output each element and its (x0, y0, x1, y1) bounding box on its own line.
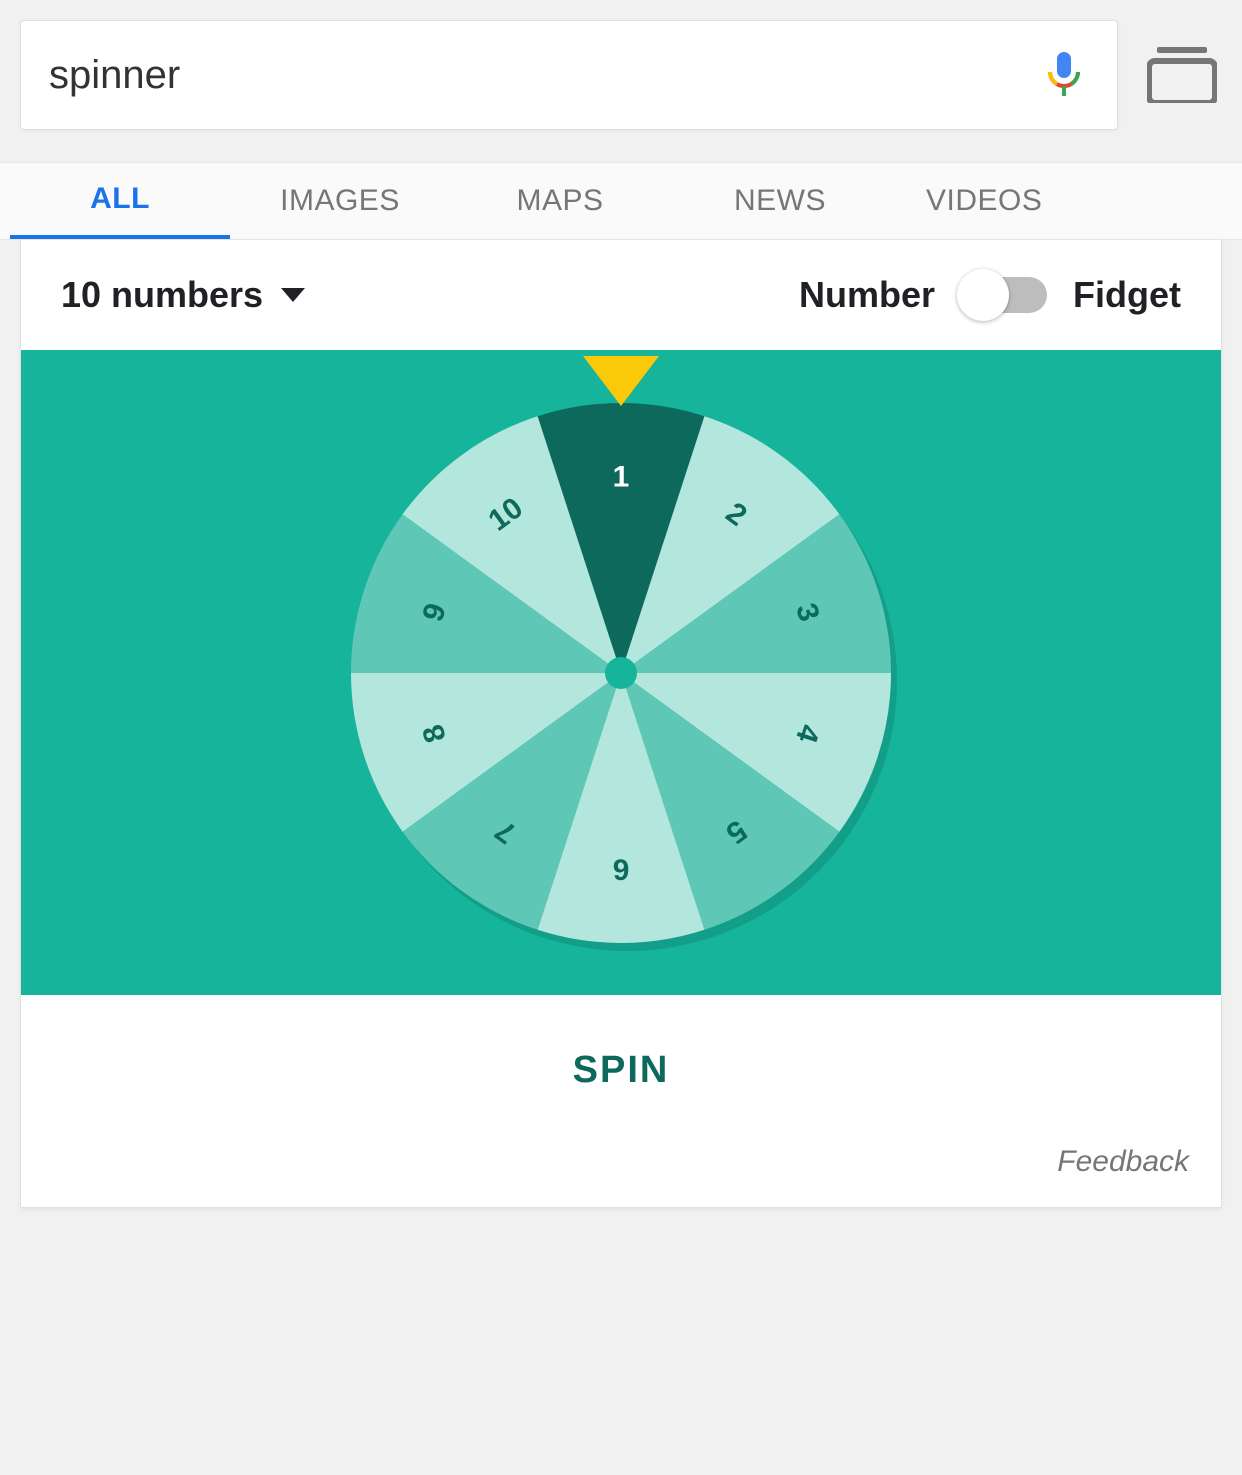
tab-news[interactable]: NEWS (670, 162, 890, 240)
spinner-card: 10 numbers Number Fidget 12345678910 SPI… (20, 240, 1222, 1208)
mic-icon[interactable] (1039, 50, 1089, 100)
spin-button[interactable]: SPIN (573, 1049, 670, 1092)
wheel-segment-label: 6 (613, 852, 630, 885)
wheel-pointer-icon (583, 356, 659, 406)
spinner-toolbar: 10 numbers Number Fidget (21, 240, 1221, 350)
tab-videos[interactable]: VIDEOS (890, 162, 1042, 240)
tab-maps[interactable]: MAPS (450, 162, 670, 240)
feedback-link[interactable]: Feedback (1057, 1145, 1189, 1179)
segment-count-dropdown[interactable]: 10 numbers (61, 274, 305, 316)
search-box[interactable] (20, 20, 1118, 130)
chevron-down-icon (281, 288, 305, 302)
toggle-label-fidget: Fidget (1073, 274, 1181, 316)
wheel-segment-label: 1 (613, 460, 630, 493)
toggle-label-number: Number (799, 274, 935, 316)
wheel-area: 12345678910 (21, 350, 1221, 995)
mode-toggle-group: Number Fidget (799, 274, 1181, 316)
cards-overview-icon[interactable] (1142, 40, 1222, 110)
segment-count-label: 10 numbers (61, 274, 263, 316)
wheel-hub (605, 657, 637, 689)
search-input[interactable] (49, 53, 1039, 98)
search-tabs: ALL IMAGES MAPS NEWS VIDEOS (0, 162, 1242, 240)
tab-all[interactable]: ALL (10, 162, 230, 240)
tab-images[interactable]: IMAGES (230, 162, 450, 240)
toggle-knob (957, 269, 1009, 321)
spinner-wheel[interactable]: 12345678910 (341, 393, 901, 953)
mode-toggle[interactable] (961, 277, 1047, 313)
